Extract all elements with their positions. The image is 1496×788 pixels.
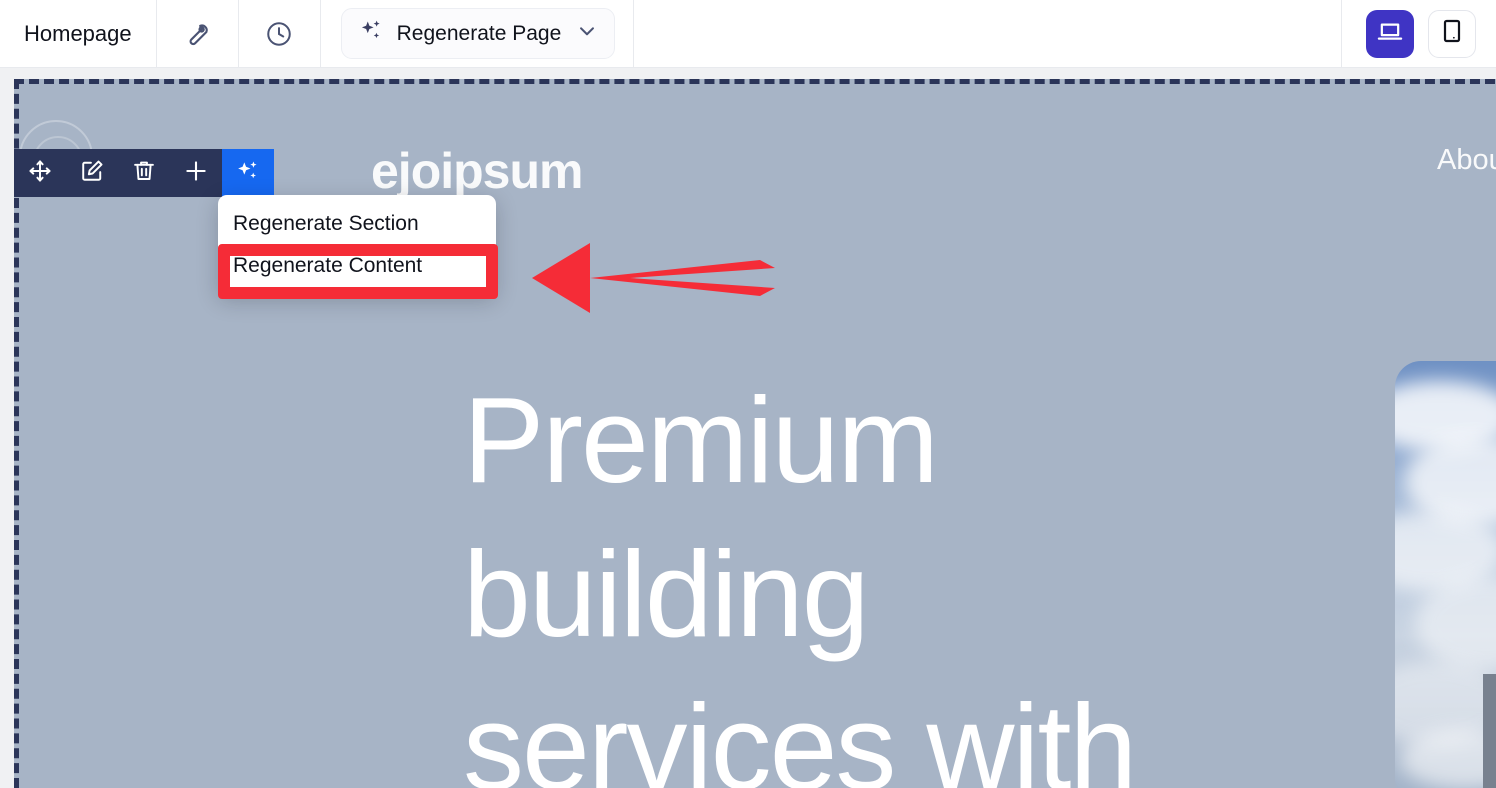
device-preview-group [1342,0,1496,67]
sparkle-icon [235,158,261,189]
pencil-square-icon [79,158,105,189]
plus-icon [182,157,210,190]
edit-button[interactable] [66,149,118,197]
trash-icon [131,158,157,189]
menu-item-regenerate-section[interactable]: Regenerate Section [218,203,496,245]
menu-item-regenerate-content[interactable]: Regenerate Content [218,245,496,287]
hero-heading[interactable]: Premium building services with [463,364,1263,788]
clock-icon [264,19,294,49]
regenerate-page-label: Regenerate Page [396,21,562,45]
regenerate-page-cell: Regenerate Page [321,0,635,67]
page-name-label[interactable]: Homepage [0,0,157,67]
add-button[interactable] [170,149,222,197]
top-toolbar: Homepage Regenerate Page [0,0,1496,68]
wrench-icon [182,19,212,49]
laptop-icon [1376,17,1404,50]
move-arrows-icon [27,158,53,189]
tablet-icon [1438,17,1466,50]
desktop-preview-button[interactable] [1366,9,1414,58]
move-button[interactable] [14,149,66,197]
page-preview-canvas[interactable]: ejoipsum About Premium building services… [0,68,1496,788]
sparkle-icon [358,18,384,49]
ai-regenerate-menu: Regenerate Section Regenerate Content [218,195,496,295]
building-shape [1483,674,1496,788]
section-edit-toolbar [14,149,274,197]
tablet-preview-button[interactable] [1428,9,1476,58]
history-button[interactable] [239,0,321,67]
nav-item-about[interactable]: About [1437,144,1496,177]
site-brand-text[interactable]: ejoipsum [371,142,583,200]
delete-button[interactable] [118,149,170,197]
chevron-down-icon[interactable] [574,18,600,49]
hero-image[interactable] [1395,361,1496,788]
regenerate-page-button[interactable]: Regenerate Page [340,8,616,59]
ai-regenerate-button[interactable] [222,149,274,197]
toolbar-spacer [634,0,1342,67]
tools-button[interactable] [157,0,239,67]
